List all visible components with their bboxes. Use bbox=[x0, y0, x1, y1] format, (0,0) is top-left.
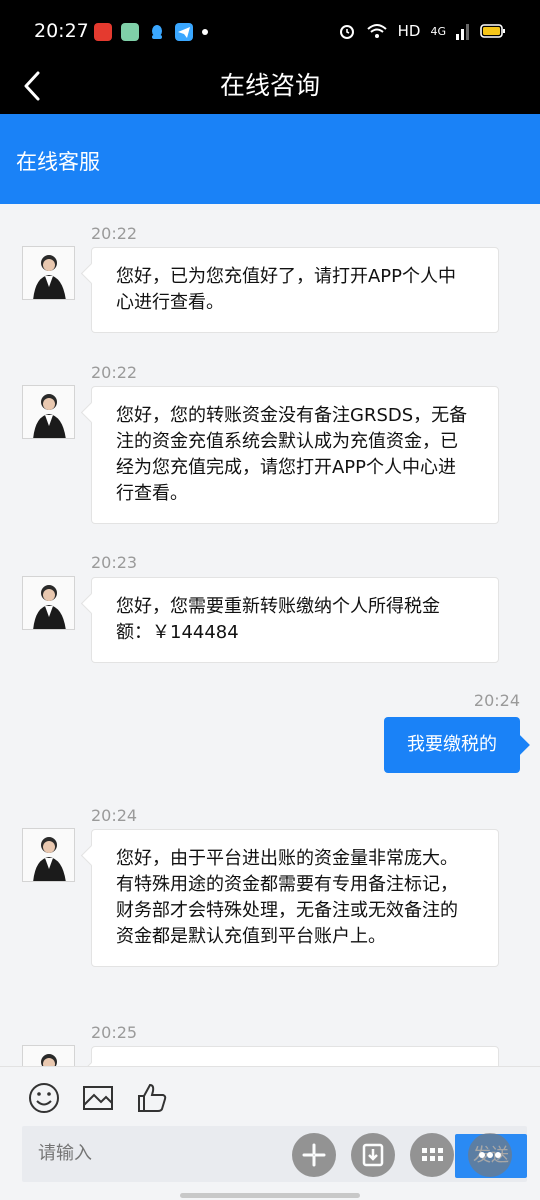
more-icon bbox=[479, 1152, 501, 1158]
agent-avatar bbox=[22, 246, 75, 300]
service-label: 在线客服 bbox=[16, 150, 100, 174]
message-time: 20:23 bbox=[91, 553, 138, 572]
green-app-icon bbox=[121, 23, 139, 41]
message-time: 20:22 bbox=[91, 224, 138, 243]
more-notifications-dot bbox=[202, 29, 208, 35]
message-time: 20:22 bbox=[91, 363, 138, 382]
message-bubble: 您好，由于平台进出账的资金量非常庞大。有特殊用途的资金都需要有专用备注标记，财务… bbox=[91, 829, 499, 967]
image-button[interactable] bbox=[81, 1081, 115, 1115]
message-bubble: 您好，您需要重新转账缴纳个人所得税金额：￥144484 bbox=[91, 577, 499, 663]
title-bar: 在线咨询 bbox=[0, 62, 540, 114]
service-header: 在线客服 bbox=[0, 114, 540, 204]
message-time: 20:25 bbox=[91, 1023, 138, 1042]
page-title: 在线咨询 bbox=[219, 71, 320, 100]
chat-toolbar bbox=[0, 1066, 540, 1126]
thumbs-up-icon bbox=[138, 1083, 167, 1112]
chat-area[interactable]: 20:22 您好，已为您充值好了，请打开APP个人中心进行查看。 20:22 您… bbox=[0, 204, 540, 1066]
assistive-sparkle-button[interactable] bbox=[292, 1133, 336, 1177]
message-bubble: 您好，已为您充值好了，请打开APP个人中心进行查看。 bbox=[91, 247, 499, 333]
status-bar: 20:27 HD 4G bbox=[0, 0, 540, 62]
network-hd-label: HD bbox=[397, 22, 421, 40]
alarm-icon bbox=[339, 25, 354, 39]
telegram-icon bbox=[175, 23, 193, 41]
toutiao-app-icon bbox=[94, 23, 112, 41]
like-button[interactable] bbox=[135, 1081, 169, 1115]
user-message-bubble: 我要缴税的 bbox=[384, 717, 520, 773]
signal-4g-label: 4G bbox=[430, 24, 446, 38]
smile-icon bbox=[29, 1083, 59, 1113]
message-time: 20:24 bbox=[91, 806, 138, 825]
download-icon bbox=[362, 1143, 384, 1167]
grid-icon bbox=[422, 1148, 443, 1161]
home-indicator[interactable] bbox=[180, 1193, 360, 1198]
agent-avatar bbox=[22, 1045, 75, 1066]
emoji-button[interactable] bbox=[27, 1081, 61, 1115]
message-input[interactable] bbox=[38, 1126, 288, 1182]
qq-icon bbox=[148, 23, 166, 41]
agent-avatar bbox=[22, 385, 75, 439]
agent-avatar bbox=[22, 576, 75, 630]
message-bubble bbox=[91, 1046, 499, 1066]
message-bubble: 您好，您的转账资金没有备注GRSDS，无备注的资金充值系统会默认成为充值资金，已… bbox=[91, 386, 499, 524]
assistive-more-button[interactable] bbox=[468, 1133, 512, 1177]
agent-avatar bbox=[22, 828, 75, 882]
assistive-grid-button[interactable] bbox=[410, 1133, 454, 1177]
message-input-bar bbox=[22, 1126, 527, 1182]
wifi-icon bbox=[366, 24, 387, 38]
notification-icons bbox=[94, 23, 208, 41]
battery-icon bbox=[480, 24, 505, 38]
message-time: 20:24 bbox=[473, 691, 520, 710]
sparkle-icon bbox=[302, 1143, 326, 1167]
assistive-download-button[interactable] bbox=[351, 1133, 395, 1177]
image-icon bbox=[83, 1086, 113, 1110]
status-time: 20:27 bbox=[34, 20, 89, 42]
signal-icon bbox=[456, 24, 469, 40]
system-icons: HD 4G bbox=[338, 22, 506, 40]
